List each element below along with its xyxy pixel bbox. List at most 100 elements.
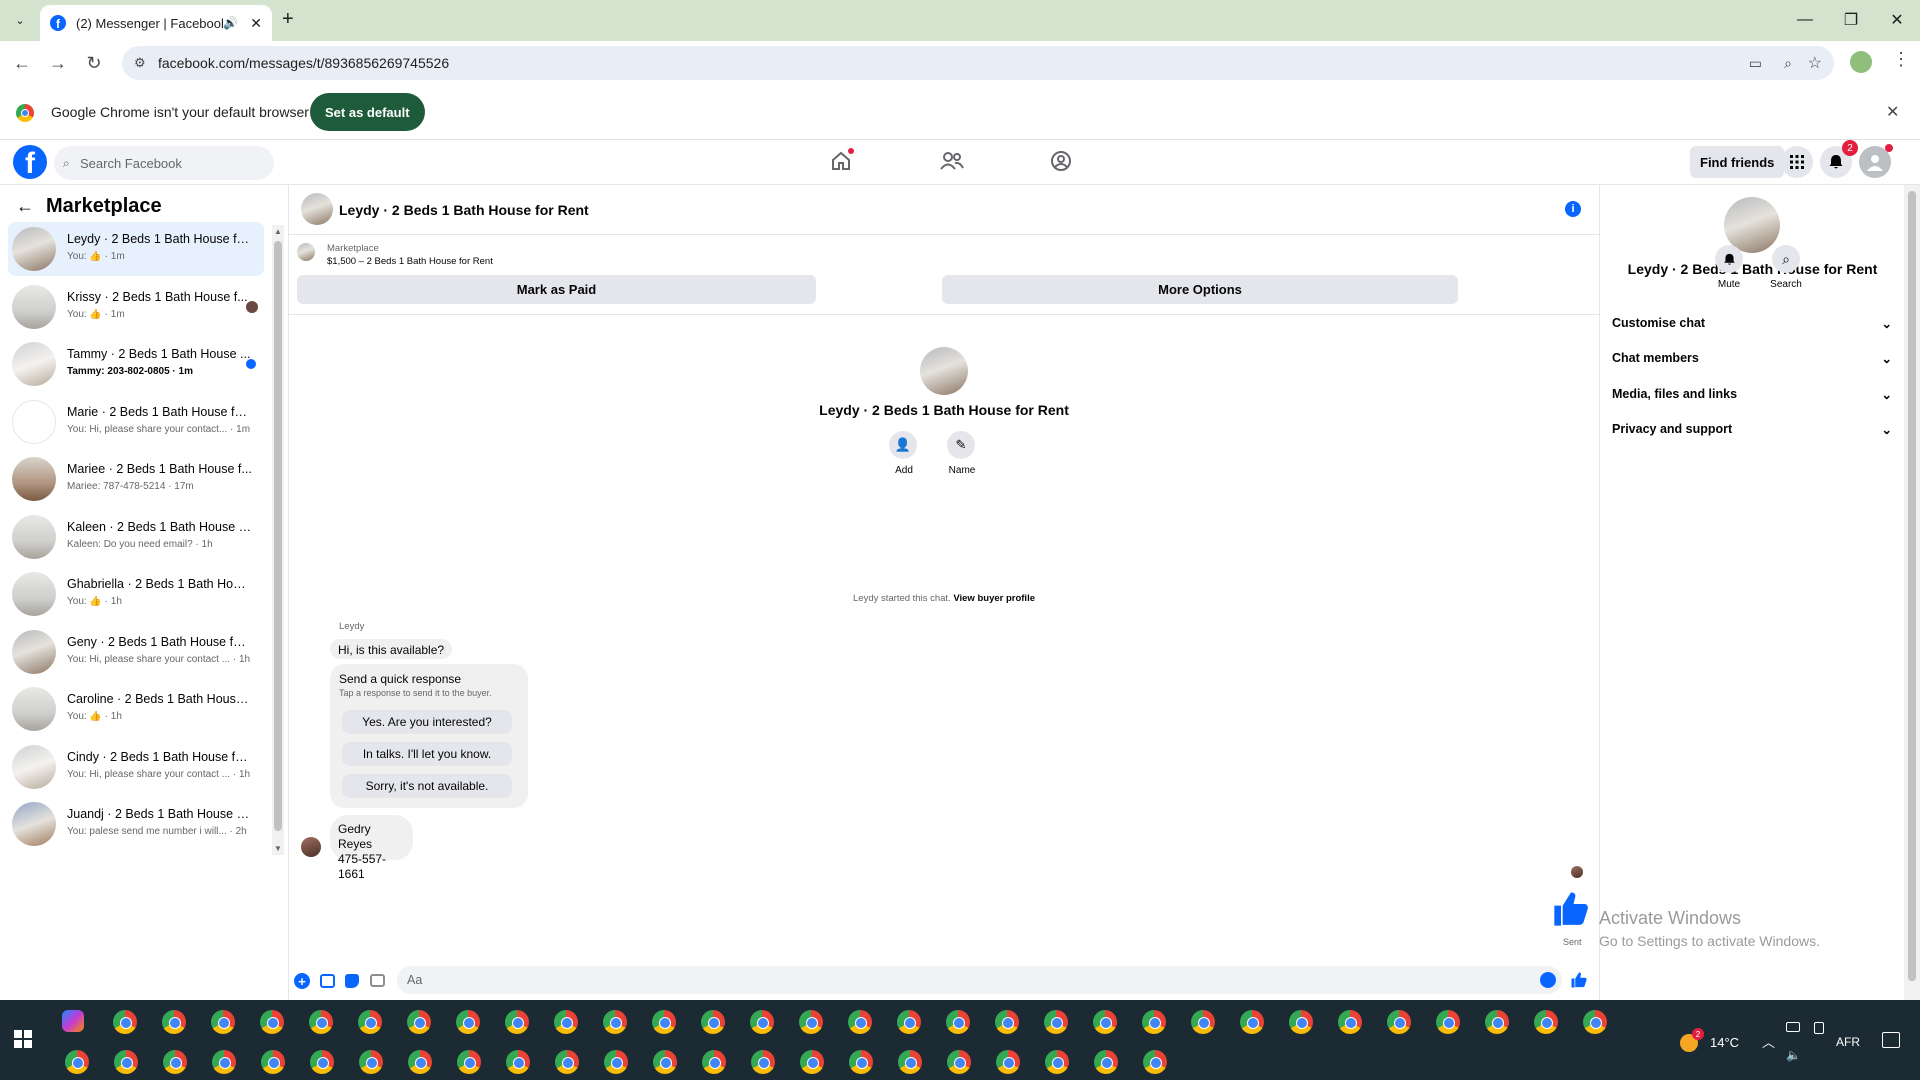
taskbar-app-icon[interactable] [457, 1050, 481, 1074]
conversation-item[interactable]: Mariee · 2 Beds 1 Bath House f... Mariee:… [8, 452, 264, 506]
taskbar-app-icon[interactable] [1142, 1010, 1166, 1034]
tray-chevron-icon[interactable]: ︿ [1762, 1032, 1775, 1051]
windows-start-icon[interactable] [14, 1030, 32, 1048]
input-language[interactable]: AFR [1836, 1035, 1860, 1049]
taskbar-app-icon[interactable] [310, 1050, 334, 1074]
add-people-button[interactable]: 👤 Add [889, 431, 919, 476]
taskbar-app-icon[interactable] [849, 1050, 873, 1074]
view-buyer-profile-link[interactable]: View buyer profile [953, 593, 1035, 604]
taskbar-app-icon[interactable] [1485, 1010, 1509, 1034]
back-arrow-icon[interactable]: ← [16, 196, 34, 217]
media-files-links-section[interactable]: Media, files and links ⌄ [1612, 380, 1892, 408]
menu-grid-button[interactable] [1781, 146, 1813, 178]
taskbar-app-icon[interactable] [554, 1010, 578, 1034]
quick-response-yes[interactable]: Yes. Are you interested? [342, 710, 512, 734]
chat-title[interactable]: Leydy · 2 Beds 1 Bath House for Rent [339, 202, 589, 218]
incoming-message[interactable]: Hi, is this available? [330, 639, 453, 659]
taskbar-app-icon[interactable] [897, 1010, 921, 1034]
chrome-menu-icon[interactable]: ⋮ [1892, 49, 1910, 70]
taskbar-app-icon[interactable] [505, 1010, 529, 1034]
taskbar-app-icon[interactable] [114, 1050, 138, 1074]
mute-button[interactable]: Mute [1709, 245, 1749, 290]
taskbar-app-icon[interactable] [1436, 1010, 1460, 1034]
more-options-button[interactable]: More Options [942, 275, 1458, 304]
conversation-item[interactable]: Geny · 2 Beds 1 Bath House for ... You: H… [8, 625, 264, 679]
conversation-item[interactable]: Kaleen · 2 Beds 1 Bath House fo... Kaleen… [8, 510, 264, 564]
friends-icon[interactable] [940, 150, 964, 172]
taskbar-app-icon[interactable] [702, 1050, 726, 1074]
taskbar-app-icon[interactable] [1240, 1010, 1264, 1034]
plus-icon[interactable]: + [294, 973, 310, 989]
set-as-default-button[interactable]: Set as default [310, 93, 425, 131]
message-input[interactable]: Aa [397, 966, 1562, 994]
page-scrollbar[interactable] [1904, 185, 1920, 1000]
chat-members-section[interactable]: Chat members ⌄ [1612, 344, 1892, 372]
conversation-item[interactable]: Marie · 2 Beds 1 Bath House for... You: H… [8, 395, 264, 449]
address-bar[interactable]: ⚙ facebook.com/messages/t/89368562697455… [122, 46, 1834, 80]
taskbar-app-icon[interactable] [1094, 1050, 1118, 1074]
taskbar-app-icon[interactable] [1143, 1050, 1167, 1074]
customise-chat-section[interactable]: Customise chat ⌄ [1612, 309, 1892, 337]
notification-center-icon[interactable] [1882, 1032, 1900, 1048]
taskbar-app-icon[interactable] [212, 1050, 236, 1074]
conversation-item[interactable]: Tammy · 2 Beds 1 Bath House ... Tammy: 20… [8, 337, 264, 391]
taskbar-app-icon[interactable] [898, 1050, 922, 1074]
volume-icon[interactable]: 🔈 [1786, 1048, 1801, 1062]
taskbar-app-icon[interactable] [1534, 1010, 1558, 1034]
infobar-close-icon[interactable]: ✕ [1886, 102, 1899, 122]
taskbar-app-icon[interactable] [1289, 1010, 1313, 1034]
taskbar-app-icon[interactable] [604, 1050, 628, 1074]
taskbar-app-icon[interactable] [408, 1050, 432, 1074]
network-icon[interactable] [1786, 1022, 1800, 1032]
photo-icon[interactable] [320, 974, 335, 988]
meet-now-icon[interactable] [1814, 1022, 1824, 1034]
taskbar-app-icon[interactable] [211, 1010, 235, 1034]
conversation-item[interactable]: Cindy · 2 Beds 1 Bath House for... You: H… [8, 740, 264, 794]
chat-list-scrollbar[interactable]: ▲ ▼ [272, 225, 284, 855]
reload-button[interactable]: ↻ [78, 47, 110, 79]
sticker-icon[interactable] [345, 974, 359, 988]
contact-message[interactable]: Gedry Reyes 475-557-1661 [330, 815, 413, 881]
taskbar-app-icon[interactable] [260, 1010, 284, 1034]
taskbar-app-icon[interactable] [848, 1010, 872, 1034]
taskbar-app-icon[interactable] [359, 1050, 383, 1074]
conversation-item[interactable]: Ghabriella · 2 Beds 1 Bath Hous... You: 👍… [8, 567, 264, 621]
taskbar-app-icon[interactable] [603, 1010, 627, 1034]
taskbar-app-icon[interactable] [652, 1010, 676, 1034]
mark-as-paid-button[interactable]: Mark as Paid [297, 275, 816, 304]
taskbar-app-icon[interactable] [799, 1010, 823, 1034]
taskbar-app-icon[interactable] [358, 1010, 382, 1034]
taskbar-app-icon[interactable] [407, 1010, 431, 1034]
facebook-search-input[interactable]: ⌕ Search Facebook [54, 146, 274, 180]
taskbar-app-icon[interactable] [113, 1010, 137, 1034]
window-close-button[interactable]: ✕ [1874, 0, 1920, 40]
audio-playing-icon[interactable]: 🔊 [223, 16, 238, 30]
conversation-item[interactable]: Juandj · 2 Beds 1 Bath House fo... You: p… [8, 797, 264, 851]
browser-tab[interactable]: f (2) Messenger | Facebook 🔊 ✕ [40, 5, 272, 41]
taskbar-app-icon[interactable] [1044, 1010, 1068, 1034]
new-tab-button[interactable]: + [282, 8, 294, 31]
taskbar-app-icon[interactable] [163, 1050, 187, 1074]
taskbar-app-icon[interactable] [947, 1050, 971, 1074]
install-app-icon[interactable]: ▭ [1749, 55, 1762, 72]
taskbar-app-icon[interactable] [800, 1050, 824, 1074]
home-icon[interactable] [830, 148, 854, 172]
temperature[interactable]: 14°C [1710, 1035, 1739, 1050]
taskbar-app-icon[interactable] [555, 1050, 579, 1074]
search-in-chat-button[interactable]: ⌕ Search [1766, 245, 1806, 290]
tab-search-button[interactable]: ⌄ [8, 8, 32, 32]
taskbar-app-icon[interactable] [309, 1010, 333, 1034]
bookmark-star-icon[interactable]: ☆ [1808, 53, 1822, 73]
taskbar-app-icon[interactable] [750, 1010, 774, 1034]
taskbar-app-icon[interactable] [456, 1010, 480, 1034]
taskbar-app-icon[interactable] [1045, 1050, 1069, 1074]
taskbar-app-icon[interactable] [653, 1050, 677, 1074]
taskbar-app-icon[interactable] [162, 1010, 186, 1034]
gif-icon[interactable] [370, 974, 385, 987]
quick-response-not-available[interactable]: Sorry, it's not available. [342, 774, 512, 798]
taskbar-app-icon[interactable] [1583, 1010, 1607, 1034]
find-friends-button[interactable]: Find friends [1690, 146, 1785, 178]
privacy-support-section[interactable]: Privacy and support ⌄ [1612, 415, 1892, 443]
forward-button[interactable]: → [42, 47, 74, 79]
taskbar-app-icon[interactable] [751, 1050, 775, 1074]
